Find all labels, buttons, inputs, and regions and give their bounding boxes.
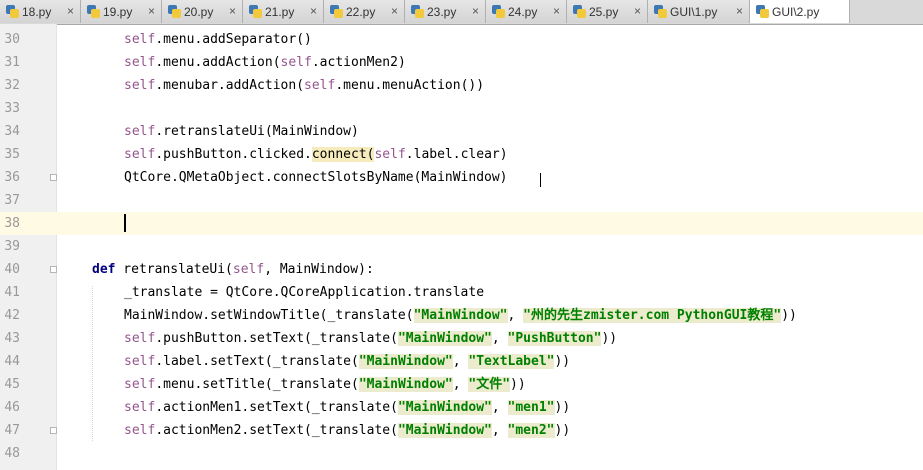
code-text: self.pushButton.setText(_translate("Main…	[124, 331, 618, 346]
line-number: 43	[4, 331, 20, 346]
code-text: def retranslateUi(self, MainWindow):	[92, 262, 374, 277]
line-number: 40	[4, 262, 20, 277]
close-icon[interactable]: ×	[229, 4, 236, 18]
fold-marker-icon[interactable]	[50, 174, 57, 181]
line-number: 45	[4, 377, 20, 392]
tab-24-py[interactable]: 24.py ×	[486, 0, 567, 23]
line-number: 36	[4, 170, 20, 185]
close-icon[interactable]: ×	[472, 4, 479, 18]
code-line[interactable]: 32 self.menubar.addAction(self.menu.menu…	[0, 74, 923, 97]
close-icon[interactable]: ×	[148, 4, 155, 18]
python-file-icon	[249, 5, 262, 18]
line-number: 33	[4, 101, 20, 116]
close-icon[interactable]: ×	[67, 4, 74, 18]
code-line[interactable]: 44 self.label.setText(_translate("MainWi…	[0, 350, 923, 373]
code-text: self.menu.addSeparator()	[124, 32, 312, 47]
mouse-ibeam-cursor-icon	[540, 173, 542, 187]
code-line[interactable]: 30 self.menu.addSeparator()	[0, 28, 923, 51]
code-text: QtCore.QMetaObject.connectSlotsByName(Ma…	[124, 170, 508, 185]
close-icon[interactable]: ×	[634, 4, 641, 18]
line-number: 41	[4, 285, 20, 300]
tab-25-py[interactable]: 25.py ×	[567, 0, 648, 23]
tab-18-py[interactable]: 18.py ×	[0, 0, 81, 23]
line-number: 31	[4, 55, 20, 70]
line-number: 48	[4, 446, 20, 461]
code-text: self.menu.setTitle(_translate("MainWindo…	[124, 377, 526, 392]
line-number: 37	[4, 193, 20, 208]
line-number: 44	[4, 354, 20, 369]
code-line[interactable]: 46 self.actionMen1.setText(_translate("M…	[0, 396, 923, 419]
tab-gui-2-py[interactable]: GUI\2.py	[750, 0, 850, 23]
python-file-icon	[411, 5, 424, 18]
line-number: 39	[4, 239, 20, 254]
code-line[interactable]: 35 self.pushButton.clicked.connect(self.…	[0, 143, 923, 166]
code-line[interactable]: 31 self.menu.addAction(self.actionMen2)	[0, 51, 923, 74]
python-file-icon	[654, 5, 667, 18]
tab-label: GUI\2.py	[772, 4, 820, 19]
tab-label: 18.py	[22, 4, 52, 19]
code-text: self.label.setText(_translate("MainWindo…	[124, 354, 571, 369]
fold-marker-icon[interactable]	[50, 266, 57, 273]
tab-20-py[interactable]: 20.py ×	[162, 0, 243, 23]
code-line[interactable]: 42 MainWindow.setWindowTitle(_translate(…	[0, 304, 923, 327]
code-text: self.actionMen1.setText(_translate("Main…	[124, 400, 571, 415]
code-line[interactable]: 40 def retranslateUi(self, MainWindow):	[0, 258, 923, 281]
line-number: 38	[4, 216, 20, 231]
code-text: self.actionMen2.setText(_translate("Main…	[124, 423, 571, 438]
tab-label: 25.py	[589, 4, 619, 19]
code-line[interactable]: 47 self.actionMen2.setText(_translate("M…	[0, 419, 923, 442]
line-number: 47	[4, 423, 20, 438]
line-number: 30	[4, 32, 20, 47]
line-number: 35	[4, 147, 20, 162]
fold-marker-icon[interactable]	[50, 427, 57, 434]
code-line[interactable]: 48	[0, 442, 923, 465]
code-line[interactable]: 36 QtCore.QMetaObject.connectSlotsByName…	[0, 166, 923, 189]
current-code-line[interactable]: 38	[0, 212, 923, 235]
close-icon[interactable]: ×	[310, 4, 317, 18]
code-line[interactable]: 45 self.menu.setTitle(_translate("MainWi…	[0, 373, 923, 396]
python-file-icon	[756, 5, 769, 18]
code-line[interactable]: 43 self.pushButton.setText(_translate("M…	[0, 327, 923, 350]
editor-tab-bar: 18.py × 19.py × 20.py × 21.py × 22.py × …	[0, 0, 923, 25]
code-line[interactable]: 34 self.retranslateUi(MainWindow)	[0, 120, 923, 143]
code-line[interactable]: 37	[0, 189, 923, 212]
python-file-icon	[492, 5, 505, 18]
tab-21-py[interactable]: 21.py ×	[243, 0, 324, 23]
code-text: MainWindow.setWindowTitle(_translate("Ma…	[124, 308, 797, 323]
code-line[interactable]: 39	[0, 235, 923, 258]
tab-gui-1-py[interactable]: GUI\1.py ×	[648, 0, 750, 23]
line-number: 34	[4, 124, 20, 139]
python-file-icon	[87, 5, 100, 18]
tab-label: 23.py	[427, 4, 457, 19]
code-text: self.retranslateUi(MainWindow)	[124, 124, 359, 139]
code-text: self.menubar.addAction(self.menu.menuAct…	[124, 78, 485, 93]
close-icon[interactable]: ×	[553, 4, 560, 18]
tab-label: GUI\1.py	[670, 4, 718, 19]
code-text: _translate = QtCore.QCoreApplication.tra…	[124, 285, 485, 300]
line-number: 32	[4, 78, 20, 93]
code-text: self.menu.addAction(self.actionMen2)	[124, 55, 406, 70]
text-caret	[124, 214, 126, 232]
tab-label: 21.py	[265, 4, 295, 19]
code-line[interactable]: 41 _translate = QtCore.QCoreApplication.…	[0, 281, 923, 304]
tab-label: 19.py	[103, 4, 133, 19]
close-icon[interactable]: ×	[736, 4, 743, 18]
python-file-icon	[168, 5, 181, 18]
tab-label: 22.py	[346, 4, 376, 19]
python-file-icon	[330, 5, 343, 18]
tab-23-py[interactable]: 23.py ×	[405, 0, 486, 23]
close-icon[interactable]: ×	[391, 4, 398, 18]
python-file-icon	[573, 5, 586, 18]
tab-label: 20.py	[184, 4, 214, 19]
tab-label: 24.py	[508, 4, 538, 19]
tab-22-py[interactable]: 22.py ×	[324, 0, 405, 23]
python-file-icon	[6, 5, 19, 18]
line-number: 42	[4, 308, 20, 323]
code-line[interactable]: 33	[0, 97, 923, 120]
line-number: 46	[4, 400, 20, 415]
tab-19-py[interactable]: 19.py ×	[81, 0, 162, 23]
code-text: self.pushButton.clicked.connect(self.lab…	[124, 147, 508, 162]
